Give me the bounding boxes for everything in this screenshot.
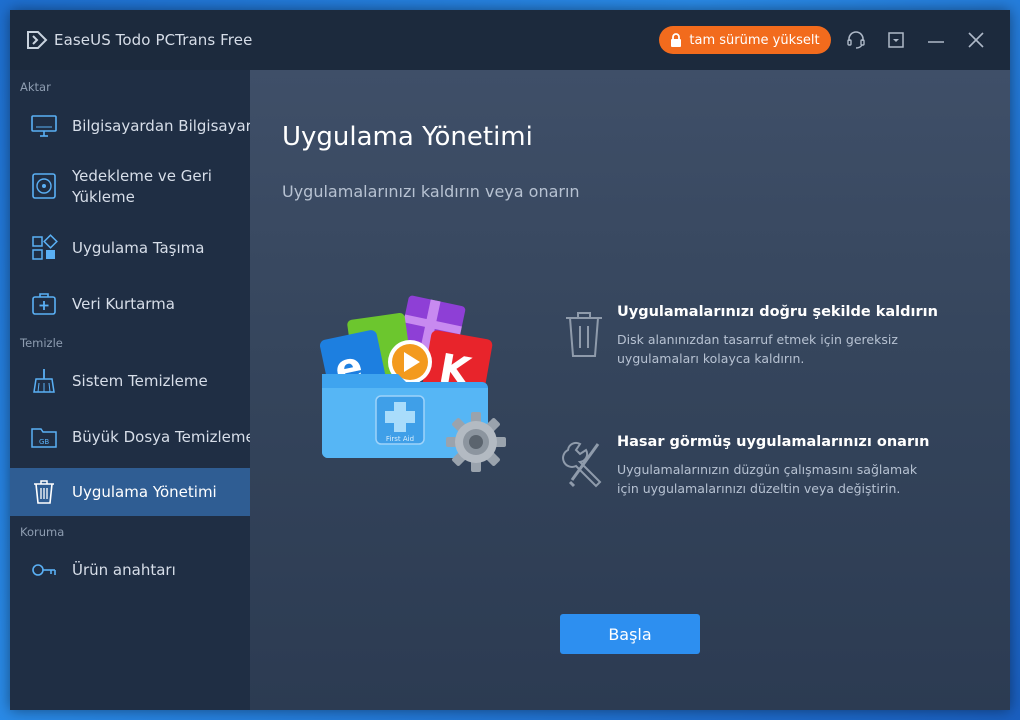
lock-icon <box>671 33 682 47</box>
upgrade-button[interactable]: tam sürüme yükselt <box>659 26 831 54</box>
sidebar-item-product-key[interactable]: Ürün anahtarı <box>10 548 250 592</box>
sidebar-item-pc-to-pc[interactable]: Bilgisayardan Bilgisayara <box>10 104 261 148</box>
upgrade-label: tam sürüme yükselt <box>689 32 820 48</box>
gear-icon <box>446 412 506 472</box>
monitor-icon <box>31 115 57 137</box>
section-label-transfer: Aktar <box>20 80 51 94</box>
sidebar-item-app-management[interactable]: Uygulama Yönetimi <box>10 468 250 516</box>
sidebar: Aktar Bilgisayardan Bilgisayara Yedeklem… <box>10 70 261 710</box>
sidebar-item-label: Ürün anahtarı <box>72 561 176 579</box>
first-aid-kit-icon <box>32 293 56 315</box>
title-bar: EaseUS Todo PCTrans Free tam sürüme yüks… <box>10 10 1010 70</box>
app-window: EaseUS Todo PCTrans Free tam sürüme yüks… <box>10 10 1010 710</box>
section-label-protect: Koruma <box>20 525 65 539</box>
sidebar-item-label: Büyük Dosya Temizleme <box>72 428 255 446</box>
feature-uninstall-title: Uygulamalarınızı doğru şekilde kaldırın <box>617 304 938 320</box>
sidebar-item-label: Veri Kurtarma <box>72 295 175 313</box>
tools-icon <box>562 441 602 488</box>
sidebar-item-backup-restore[interactable]: Yedekleme ve Geri Yükleme <box>10 160 250 214</box>
first-aid-label: First Aid <box>386 435 414 443</box>
apps-grid-icon <box>32 234 58 260</box>
feature-uninstall-desc: Disk alanınızdan tasarruf etmek için ger… <box>617 332 898 366</box>
svg-text:GB: GB <box>39 438 49 446</box>
sidebar-item-system-cleanup[interactable]: Sistem Temizleme <box>10 359 250 403</box>
close-icon[interactable] <box>966 30 986 50</box>
sidebar-item-label: Yedekleme ve Geri Yükleme <box>72 167 212 206</box>
sidebar-item-label: Uygulama Yönetimi <box>72 483 217 501</box>
app-logo-icon <box>27 31 48 49</box>
menu-dropdown-icon[interactable] <box>886 30 906 50</box>
sidebar-item-app-migration[interactable]: Uygulama Taşıma <box>10 226 250 270</box>
sidebar-item-large-file-cleanup[interactable]: GB Büyük Dosya Temizleme <box>10 415 255 459</box>
headset-icon[interactable] <box>846 30 866 50</box>
app-title: EaseUS Todo PCTrans Free <box>54 31 253 49</box>
app-folder-illustration: K e First Aid <box>319 295 506 472</box>
sidebar-item-data-recovery[interactable]: Veri Kurtarma <box>10 282 250 326</box>
trash-icon <box>34 480 54 504</box>
page-title: Uygulama Yönetimi <box>282 122 533 152</box>
feature-repair-title: Hasar görmüş uygulamalarınızı onarın <box>617 434 930 450</box>
section-label-clean: Temizle <box>20 336 63 350</box>
broom-icon <box>33 369 55 393</box>
feature-repair-desc: Uygulamalarınızın düzgün çalışmasını sağ… <box>617 462 918 496</box>
sidebar-item-label: Bilgisayardan Bilgisayara <box>72 117 262 135</box>
backup-disc-icon <box>32 173 56 199</box>
start-button[interactable]: Başla <box>560 614 700 654</box>
page-subtitle: Uygulamalarınızı kaldırın veya onarın <box>282 182 580 201</box>
minimize-icon[interactable] <box>926 30 946 50</box>
gb-folder-icon: GB <box>31 428 57 448</box>
sidebar-item-label: Uygulama Taşıma <box>72 239 205 257</box>
sidebar-item-label: Sistem Temizleme <box>72 372 208 390</box>
trash-icon <box>566 312 602 357</box>
key-icon <box>32 564 56 576</box>
main-panel: Uygulama Yönetimi Uygulamalarınızı kaldı… <box>250 70 1010 710</box>
